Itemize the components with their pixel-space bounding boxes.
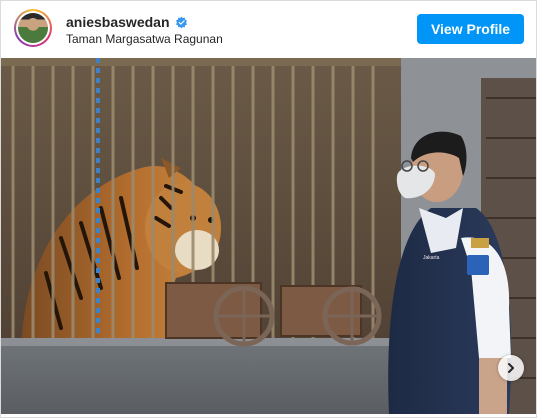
profile-avatar[interactable] (14, 9, 52, 47)
post-photo[interactable]: Jakarta (1, 58, 536, 414)
location-link[interactable]: Taman Margasatwa Ragunan (66, 32, 223, 46)
view-profile-button[interactable]: View Profile (417, 14, 524, 44)
verified-badge-icon (175, 16, 187, 28)
chevron-right-icon (508, 363, 514, 373)
username-link[interactable]: aniesbaswedan (66, 14, 170, 30)
post-header: aniesbaswedan Taman Margasatwa Ragunan V… (0, 0, 539, 58)
avatar-photo (18, 13, 48, 43)
carousel-next-button[interactable] (498, 355, 524, 381)
post-photo-illustration: Jakarta (1, 58, 536, 414)
avatar-frame (16, 11, 50, 45)
username-row: aniesbaswedan (66, 13, 188, 31)
uniform-label: Jakarta (423, 255, 440, 261)
